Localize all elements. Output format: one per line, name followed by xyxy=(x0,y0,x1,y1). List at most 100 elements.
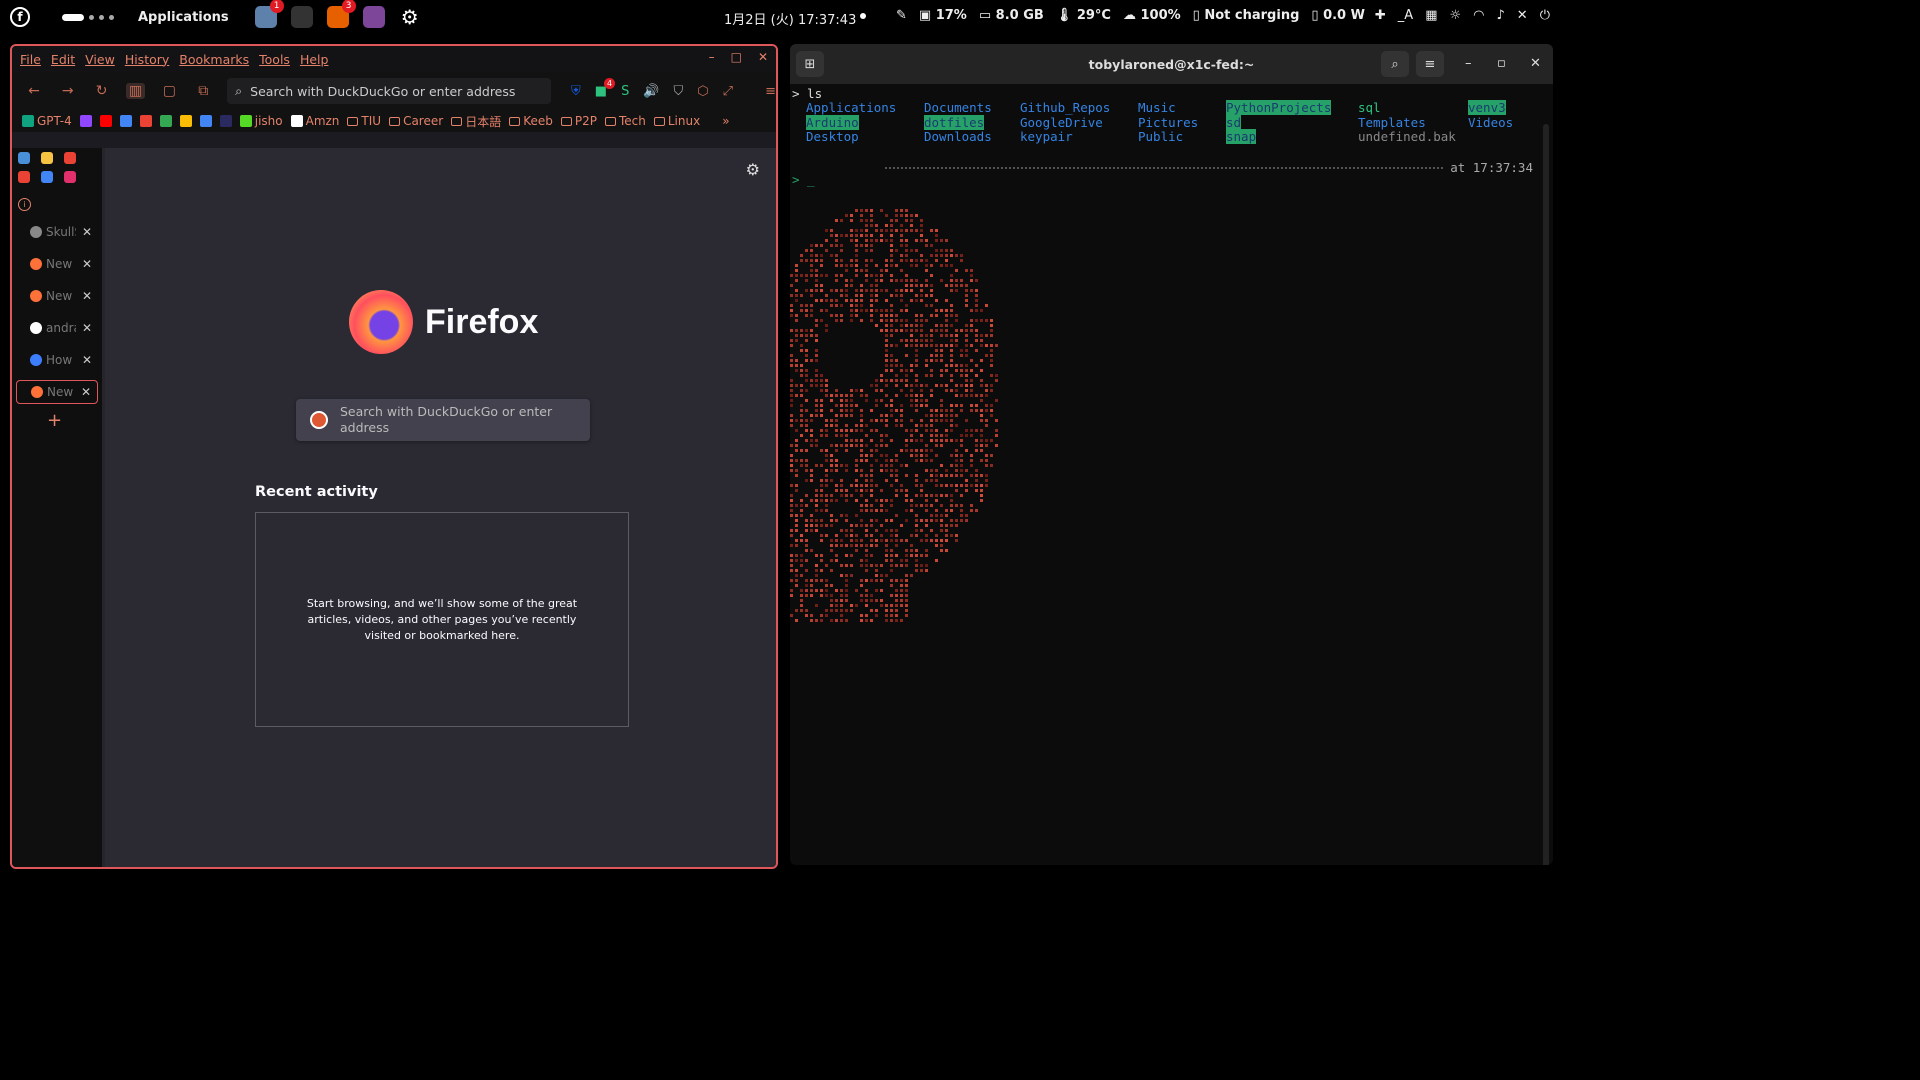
input-method[interactable]: _A xyxy=(1398,8,1413,23)
settings-gear-icon[interactable]: ⚙ xyxy=(746,160,760,179)
pinned-tab[interactable] xyxy=(41,171,53,183)
hamburger-menu-icon[interactable]: ≡ xyxy=(1416,51,1444,77)
bookmark-item[interactable]: 日本語 xyxy=(451,113,501,130)
bell-icon[interactable]: ♪ xyxy=(1497,8,1505,23)
pinned-tab[interactable] xyxy=(64,152,76,164)
app-menu-icon[interactable]: ≡ xyxy=(765,84,776,99)
vertical-tab[interactable]: New Tab✕ xyxy=(16,380,98,404)
clock[interactable]: 1月2日 (火) 17:37:43 xyxy=(724,9,856,28)
menu-view[interactable]: View xyxy=(85,52,115,67)
tab-close-icon[interactable]: ✕ xyxy=(82,321,92,335)
bookmark-item[interactable] xyxy=(219,115,232,127)
s-extension-icon[interactable]: S xyxy=(621,84,629,99)
close-button[interactable]: ✕ xyxy=(758,50,768,64)
library-button[interactable]: ▢ xyxy=(159,83,179,99)
tab-close-icon[interactable]: ✕ xyxy=(82,353,92,367)
tab-close-icon[interactable]: ✕ xyxy=(82,289,92,303)
new-tab-button[interactable]: + xyxy=(47,410,62,431)
vertical-tab[interactable]: andra✕ xyxy=(16,316,98,340)
pinned-tab[interactable] xyxy=(18,171,30,183)
bookmark-item[interactable]: Tech xyxy=(604,114,646,128)
fedora-logo-icon[interactable]: f xyxy=(10,7,30,27)
maximize-button[interactable]: ▫ xyxy=(1497,56,1506,71)
grid-icon[interactable]: ▦ xyxy=(1425,8,1437,23)
bookmark-item[interactable] xyxy=(139,115,152,127)
tor-app-icon[interactable] xyxy=(362,6,385,28)
vertical-tab[interactable]: How T✕ xyxy=(16,348,98,372)
vertical-tab[interactable]: New Tab✕ xyxy=(16,284,98,308)
ls-entry: keypair xyxy=(1020,129,1073,144)
bookmark-item[interactable] xyxy=(179,115,192,127)
screenshot-button[interactable]: ⧉ xyxy=(193,83,213,99)
files-app-icon[interactable]: 1 xyxy=(254,0,284,28)
terminal-output[interactable]: > ls Applications Arduino Desktop Documents… xyxy=(790,84,1553,865)
vertical-tab[interactable]: SkullS✕ xyxy=(16,220,98,244)
bookmark-item[interactable]: Keeb xyxy=(509,114,553,128)
newtab-search-box[interactable]: Search with DuckDuckGo or enter address xyxy=(296,399,590,441)
url-bar[interactable]: ⌕ Search with DuckDuckGo or enter addres… xyxy=(227,78,552,104)
bitwarden-icon[interactable]: ⛨ xyxy=(571,84,581,99)
forward-button[interactable]: → xyxy=(58,83,78,99)
vertical-tab[interactable]: New Tab✕ xyxy=(16,252,98,276)
pinned-tab[interactable] xyxy=(41,152,53,164)
bookmark-item[interactable]: Career xyxy=(389,114,443,128)
workspace-dot[interactable] xyxy=(89,14,94,20)
bookmark-item[interactable] xyxy=(159,115,172,127)
bookmark-item[interactable]: GPT-4 xyxy=(22,114,72,128)
tab-close-icon[interactable]: ✕ xyxy=(82,225,92,239)
back-button[interactable]: ← xyxy=(24,83,44,99)
bookmark-item[interactable] xyxy=(119,115,132,127)
power-icon[interactable]: ⏻ xyxy=(1540,8,1550,23)
settings-app-icon[interactable]: ⚙ xyxy=(398,5,421,29)
bookmark-item[interactable]: Linux xyxy=(653,114,700,128)
bookmark-item[interactable] xyxy=(99,115,112,127)
firefox-app-icon[interactable]: 3 xyxy=(326,0,356,28)
workspace-active[interactable] xyxy=(62,13,84,21)
audio-icon[interactable]: 🔊 xyxy=(643,84,659,99)
menu-help[interactable]: Help xyxy=(300,52,329,67)
menu-history[interactable]: History xyxy=(125,52,169,67)
wifi-icon[interactable]: ◠ xyxy=(1473,8,1484,23)
menu-tools[interactable]: Tools xyxy=(259,52,290,67)
tab-close-icon[interactable]: ✕ xyxy=(82,257,92,271)
applications-menu[interactable]: Applications xyxy=(138,10,229,25)
bookmark-item[interactable]: Amzn xyxy=(290,114,339,128)
skull-pixel xyxy=(885,469,888,472)
workspace-indicator[interactable] xyxy=(62,13,114,21)
skull-pixel xyxy=(885,354,888,357)
ublock-icon[interactable]: ⛉ xyxy=(674,84,684,99)
pen-icon[interactable]: ✎ xyxy=(896,8,907,23)
info-icon[interactable]: i xyxy=(18,198,31,211)
extension-badge-icon[interactable]: ■ 4 xyxy=(595,77,616,99)
menu-bookmarks[interactable]: Bookmarks xyxy=(179,52,249,67)
reload-button[interactable]: ↻ xyxy=(92,83,112,99)
search-icon[interactable]: ⌕ xyxy=(1381,51,1409,77)
skull-pixel xyxy=(875,404,878,407)
minimize-button[interactable]: – xyxy=(1465,56,1472,71)
menu-file[interactable]: File xyxy=(20,52,41,67)
extension-icon[interactable]: ✚ xyxy=(1375,8,1386,23)
sidebar-toggle-button[interactable]: ▥ xyxy=(125,83,146,99)
brightness-icon[interactable]: ☼ xyxy=(1450,8,1462,23)
pinned-tab[interactable] xyxy=(18,152,30,164)
bookmark-item[interactable]: P2P xyxy=(560,114,597,128)
bookmark-item[interactable] xyxy=(199,115,212,127)
bookmark-item[interactable]: jisho xyxy=(239,114,283,128)
skull-pixel xyxy=(950,484,953,487)
maximize-button[interactable]: □ xyxy=(731,50,742,64)
terminal-app-icon[interactable] xyxy=(290,6,313,28)
mute-icon[interactable]: ✕ xyxy=(1517,8,1528,23)
tab-close-icon[interactable]: ✕ xyxy=(81,385,91,399)
bookmarks-overflow-icon[interactable]: » xyxy=(722,114,729,128)
workspace-dot[interactable] xyxy=(109,14,114,20)
workspace-dot[interactable] xyxy=(99,14,104,20)
extensions-puzzle-icon[interactable]: ⬡ xyxy=(697,84,708,99)
bookmark-item[interactable] xyxy=(79,115,92,127)
scrollbar[interactable] xyxy=(1543,124,1549,865)
menu-edit[interactable]: Edit xyxy=(51,52,75,67)
bookmark-item[interactable]: TIU xyxy=(347,114,381,128)
close-button[interactable]: ✕ xyxy=(1530,56,1541,71)
fullscreen-icon[interactable]: ⤢ xyxy=(723,84,733,99)
pinned-tab[interactable] xyxy=(64,171,76,183)
minimize-button[interactable]: – xyxy=(709,50,715,64)
